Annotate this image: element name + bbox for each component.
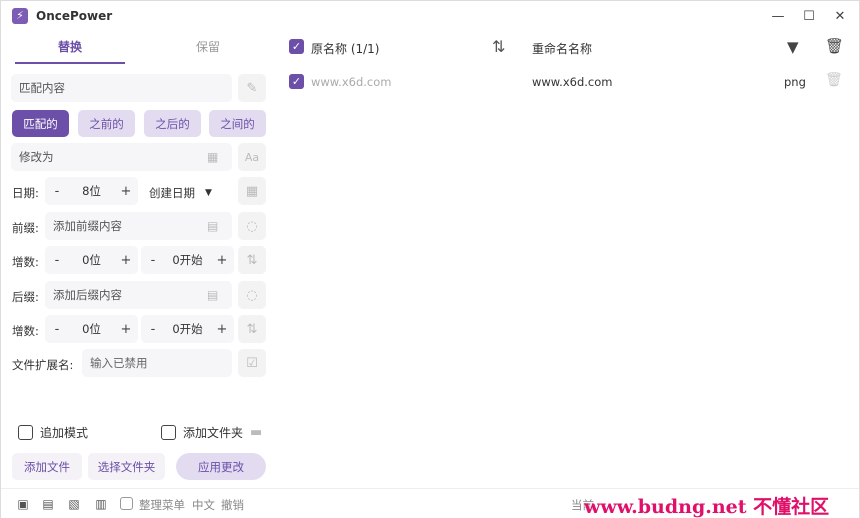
chip-after[interactable]: 之后的 — [144, 110, 201, 137]
swap-order-icon[interactable]: ⇅ — [238, 246, 266, 274]
checkmark-icon[interactable]: ☑ — [238, 349, 266, 377]
append-mode-checkbox[interactable]: 追加模式 — [18, 424, 88, 441]
save-icon[interactable]: ▣ — [16, 497, 30, 511]
date-digits-stepper[interactable]: - 8位 + — [45, 177, 138, 205]
add-folder-label: 添加文件夹 — [183, 426, 244, 440]
maximize-button[interactable]: ☐ — [799, 7, 819, 27]
calendar-icon[interactable]: ▦ — [207, 150, 218, 164]
title-bar: ⚡ OncePower — ☐ ✕ — [1, 1, 859, 32]
modify-to-input[interactable]: 修改为 — [11, 143, 232, 171]
swap-columns-icon[interactable]: ⇅ — [492, 37, 505, 56]
dashed-circle-icon[interactable]: ◌ — [238, 281, 266, 309]
clipboard-icon[interactable]: ▤ — [41, 497, 55, 511]
prefix-input[interactable]: 添加前缀内容 — [45, 212, 232, 240]
extension-label: 文件扩展名: — [12, 358, 74, 372]
date-minus-button[interactable]: - — [51, 184, 63, 199]
close-button[interactable]: ✕ — [830, 7, 850, 27]
chip-between[interactable]: 之间的 — [209, 110, 266, 137]
date-type-select[interactable]: 创建日期 ▼ — [149, 185, 212, 201]
eraser-icon[interactable]: ✎ — [238, 74, 266, 102]
append-mode-label: 追加模式 — [40, 426, 89, 440]
row-checkbox[interactable]: ✓ — [289, 74, 304, 89]
dashed-circle-icon[interactable]: ◌ — [238, 212, 266, 240]
increment-digits-plus-1[interactable]: + — [120, 253, 132, 268]
select-folder-button[interactable]: 选择文件夹 — [88, 453, 165, 480]
increment-digits-minus-2[interactable]: - — [51, 322, 63, 337]
left-panel: 替换 保留 匹配内容 ✎ 匹配的 之前的 之后的 之间的 修改为 ▦ Aa 日期… — [1, 32, 276, 487]
date-type-value: 创建日期 — [149, 186, 195, 200]
increment-digits-stepper-2[interactable]: - 0位 + — [45, 315, 138, 343]
language-toggle[interactable]: 中文 — [192, 497, 215, 513]
bottom-bar: ▣ ▤ ▧ ▥ 整理菜单 中文 撤销 当前 www.budng.net 不懂社区 — [1, 488, 859, 518]
date-calendar-icon[interactable]: ▦ — [238, 177, 266, 205]
active-tab-indicator — [15, 62, 125, 64]
add-folder-checkbox[interactable]: 添加文件夹 ▬ — [161, 424, 262, 441]
date-label: 日期: — [12, 186, 39, 200]
row-original-name: www.x6d.com — [311, 75, 392, 89]
row-extension: png — [784, 75, 806, 89]
app-window: ⚡ OncePower — ☐ ✕ 替换 保留 匹配内容 ✎ 匹配的 之前的 之… — [0, 0, 860, 518]
match-content-input[interactable]: 匹配内容 — [11, 74, 232, 102]
renamed-name-header[interactable]: 重命名名称 — [532, 40, 592, 57]
increment-start-stepper-1[interactable]: - 0开始 + — [141, 246, 234, 274]
chip-matched[interactable]: 匹配的 — [12, 110, 69, 137]
suffix-label: 后缀: — [12, 290, 39, 304]
increment-digits-value-1: 0位 — [82, 253, 101, 267]
tab-replace[interactable]: 替换 — [15, 38, 125, 58]
swap-order-icon[interactable]: ⇅ — [238, 315, 266, 343]
increment-start-stepper-2[interactable]: - 0开始 + — [141, 315, 234, 343]
checkbox-icon[interactable] — [18, 425, 33, 440]
prefix-label: 前缀: — [12, 221, 39, 235]
case-toggle-icon[interactable]: Aa — [238, 143, 266, 171]
extension-input[interactable]: 输入已禁用 — [82, 349, 232, 377]
image-icon[interactable]: ▧ — [67, 497, 81, 511]
increment-start-minus-1[interactable]: - — [147, 253, 159, 268]
increment-start-minus-2[interactable]: - — [147, 322, 159, 337]
row-delete-icon[interactable]: 🗑 — [825, 72, 843, 88]
row-renamed-name: www.x6d.com — [532, 75, 613, 89]
increment-start-plus-1[interactable]: + — [216, 253, 228, 268]
add-file-button[interactable]: 添加文件 — [12, 453, 82, 480]
minimize-button[interactable]: — — [768, 7, 788, 27]
document-icon[interactable]: ▥ — [94, 497, 108, 511]
organize-menu-label[interactable]: 整理菜单 — [139, 497, 185, 513]
watermark: www.budng.net 不懂社区 — [584, 496, 830, 518]
organize-menu-checkbox[interactable] — [120, 497, 133, 510]
file-list-panel: ✓ 原名称 (1/1) ⇅ 重命名名称 ▼ 🗑 ✓ www.x6d.com ww… — [277, 32, 859, 487]
chip-before[interactable]: 之前的 — [78, 110, 135, 137]
file-icon[interactable]: ▤ — [207, 219, 218, 233]
undo-button[interactable]: 撤销 — [221, 497, 244, 513]
apply-changes-button[interactable]: 应用更改 — [176, 453, 266, 480]
filter-icon[interactable]: ▼ — [787, 38, 799, 56]
select-all-checkbox[interactable]: ✓ — [289, 39, 304, 54]
tab-keep[interactable]: 保留 — [153, 38, 263, 58]
suffix-input[interactable]: 添加后缀内容 — [45, 281, 232, 309]
increment-start-plus-2[interactable]: + — [216, 322, 228, 337]
file-icon[interactable]: ▤ — [207, 288, 218, 302]
date-plus-button[interactable]: + — [120, 184, 132, 199]
increment-digits-stepper-1[interactable]: - 0位 + — [45, 246, 138, 274]
original-name-header[interactable]: 原名称 (1/1) — [311, 40, 380, 57]
checkbox-icon[interactable] — [161, 425, 176, 440]
increment-start-value-1: 0开始 — [172, 253, 203, 267]
increment-digits-plus-2[interactable]: + — [120, 322, 132, 337]
app-title: OncePower — [36, 9, 113, 23]
increment-label-1: 增数: — [12, 255, 39, 269]
chevron-down-icon: ▼ — [205, 188, 212, 198]
trash-icon[interactable]: 🗑 — [825, 37, 844, 55]
increment-label-2: 增数: — [12, 324, 39, 338]
increment-digits-value-2: 0位 — [82, 322, 101, 336]
increment-start-value-2: 0开始 — [172, 322, 203, 336]
app-logo-icon: ⚡ — [12, 8, 28, 24]
increment-digits-minus-1[interactable]: - — [51, 253, 63, 268]
folder-icon: ▬ — [250, 425, 263, 440]
date-digits-value: 8位 — [82, 184, 101, 198]
